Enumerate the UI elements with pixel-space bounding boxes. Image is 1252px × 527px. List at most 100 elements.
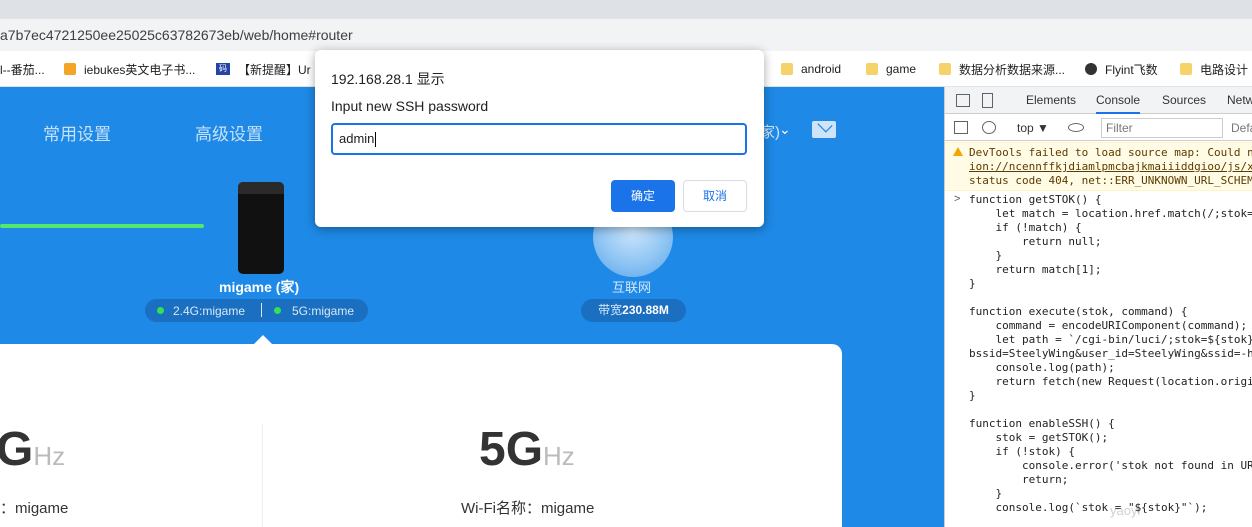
bookmark-label: l--番茄... xyxy=(0,62,45,77)
code-line: } xyxy=(969,487,1003,500)
code-line: return null; xyxy=(969,235,1102,248)
devtools-panel: Elements Console Sources Netw top ▼ Filt… xyxy=(944,87,1252,527)
router-name: migame (家) xyxy=(219,279,300,295)
code-line: } xyxy=(969,389,976,402)
bookmark-label: game xyxy=(886,62,917,76)
status-dot-icon xyxy=(274,307,281,314)
bookmark-label: iebukes英文电子书... xyxy=(84,62,196,77)
bookmark-label: 【新提醒】Ur xyxy=(238,62,311,77)
band-5-heading: 5GHz xyxy=(479,422,575,477)
code-line: return fetch(new Request(location.origi xyxy=(969,375,1252,388)
bookmark-item[interactable]: 码 【新提醒】Ur xyxy=(216,61,311,77)
bookmark-item[interactable]: Flyint飞数 xyxy=(1085,61,1158,77)
code-line: stok = getSTOK(); xyxy=(969,431,1109,444)
globe-icon xyxy=(1085,63,1097,75)
warning-line: status code 404, net::ERR_UNKNOWN_URL_SC… xyxy=(969,174,1252,187)
console-toolbar: top ▼ Filter Defa xyxy=(945,115,1252,141)
ssid-24-label: 2.4G:migame xyxy=(173,304,246,318)
code-line: let match = location.href.match(/;stok= xyxy=(969,207,1252,220)
wifi-name-5: Wi-Fi名称：migame xyxy=(461,500,595,517)
chevron-down-icon[interactable]: ⌄ xyxy=(779,121,791,138)
code-line: if (!stok) { xyxy=(969,445,1075,458)
clear-console-icon[interactable] xyxy=(982,121,996,134)
bookmark-label: 数据分析数据来源... xyxy=(959,62,1066,77)
tab-elements[interactable]: Elements xyxy=(1026,93,1076,107)
code-line: console.error('stok not found in UR xyxy=(969,459,1252,472)
code-line: console.log(path); xyxy=(969,361,1115,374)
ok-button[interactable]: 确定 xyxy=(611,180,675,212)
band-big-text: G xyxy=(0,423,34,476)
ssid-5-label: 5G:migame xyxy=(292,304,355,318)
code-line: } xyxy=(969,277,976,290)
folder-icon xyxy=(1180,63,1192,75)
tab-console[interactable]: Console xyxy=(1096,93,1141,114)
code-line: function getSTOK() { xyxy=(969,193,1102,206)
code-line: if (!match) { xyxy=(969,221,1082,234)
code-line: bssid=SteelyWing&user_id=SteelyWing&ssid… xyxy=(969,347,1252,360)
nav-common-settings[interactable]: 常用设置 xyxy=(43,120,111,145)
code-line: function execute(stok, command) { xyxy=(969,305,1188,318)
watermark: yaoyi xyxy=(1110,503,1141,518)
bookmark-folder[interactable]: 数据分析数据来源... xyxy=(939,61,1065,77)
address-bar[interactable]: a7b7ec4721250ee25025c63782673eb/web/home… xyxy=(0,19,1252,51)
bookmark-favicon-icon: 码 xyxy=(216,63,230,75)
bookmark-item[interactable]: l--番茄... xyxy=(0,61,45,77)
connection-line xyxy=(0,224,204,228)
code-line: let path = `/cgi-bin/luci/;stok=${stok} xyxy=(969,333,1252,346)
dialog-title: 192.168.28.1 显示 xyxy=(331,71,445,87)
code-line: function enableSSH() { xyxy=(969,417,1115,430)
bandwidth-value: 230.88M xyxy=(622,303,669,317)
browser-tab-strip xyxy=(0,0,1252,19)
bookmark-favicon-icon xyxy=(64,63,76,75)
internet-label: 互联网 xyxy=(612,280,652,295)
folder-icon xyxy=(866,63,878,75)
wifi-band-card: GHz ：migame 5GHz Wi-Fi名称：migame xyxy=(0,344,842,527)
tab-network[interactable]: Netw xyxy=(1227,93,1252,107)
console-prompt-icon: > xyxy=(954,193,961,205)
sidebar-toggle-icon[interactable] xyxy=(954,121,968,134)
prompt-dialog: 192.168.28.1 显示 Input new SSH password a… xyxy=(315,50,764,227)
wifi-name-24: ：migame xyxy=(0,500,69,517)
cancel-button[interactable]: 取消 xyxy=(683,180,747,212)
divider xyxy=(262,424,263,527)
default-levels-select[interactable]: Defa xyxy=(1231,121,1252,135)
text-caret xyxy=(375,132,377,148)
eye-icon[interactable] xyxy=(1068,123,1084,132)
dialog-message: Input new SSH password xyxy=(331,98,489,114)
bandwidth-badge: 带宽230.88M xyxy=(581,299,686,322)
mail-icon[interactable] xyxy=(812,121,836,138)
tab-sources[interactable]: Sources xyxy=(1162,93,1206,107)
context-select[interactable]: top ▼ xyxy=(1017,121,1049,135)
bookmark-label: Flyint飞数 xyxy=(1105,62,1158,77)
folder-icon xyxy=(939,63,951,75)
nav-advanced-settings[interactable]: 高级设置 xyxy=(195,120,263,145)
bookmark-folder[interactable]: android xyxy=(781,61,841,77)
code-line: console.log(`stok = "${stok}"`); xyxy=(969,501,1208,514)
inspect-icon[interactable] xyxy=(956,94,970,107)
code-line: return; xyxy=(969,473,1069,486)
band-unit: Hz xyxy=(33,441,66,471)
bookmark-folder[interactable]: 电路设计 xyxy=(1180,61,1248,77)
ssid-badge: 2.4G:migame 5G:migame xyxy=(145,299,368,322)
code-line: return match[1]; xyxy=(969,263,1102,276)
status-dot-icon xyxy=(157,307,164,314)
bookmark-label: android xyxy=(801,62,842,76)
router-device-image[interactable] xyxy=(238,182,284,274)
warning-link[interactable]: ion://ncennffkjdiamlpmcbajkmaiiiddgioo/j… xyxy=(969,160,1252,173)
bandwidth-prefix: 带宽 xyxy=(598,303,623,317)
bookmark-item[interactable]: iebukes英文电子书... xyxy=(64,61,195,77)
bookmark-label: 电路设计 xyxy=(1200,62,1249,77)
console-filter-input[interactable]: Filter xyxy=(1101,118,1223,138)
devtools-tabbar: Elements Console Sources Netw xyxy=(945,87,1252,114)
band-big-text: 5G xyxy=(479,423,544,476)
console-warning: DevTools failed to load source map: Coul… xyxy=(945,142,1252,191)
divider xyxy=(261,303,262,317)
code-line: command = encodeURIComponent(command); xyxy=(969,319,1248,332)
input-value: admin xyxy=(339,131,375,146)
bookmark-folder[interactable]: game xyxy=(866,61,916,77)
url-text[interactable]: a7b7ec4721250ee25025c63782673eb/web/home… xyxy=(0,27,353,43)
warning-line: DevTools failed to load source map: Coul… xyxy=(969,146,1252,159)
ssh-password-input[interactable]: admin xyxy=(331,123,747,155)
band-unit: Hz xyxy=(543,441,575,471)
device-toggle-icon[interactable] xyxy=(982,93,993,108)
